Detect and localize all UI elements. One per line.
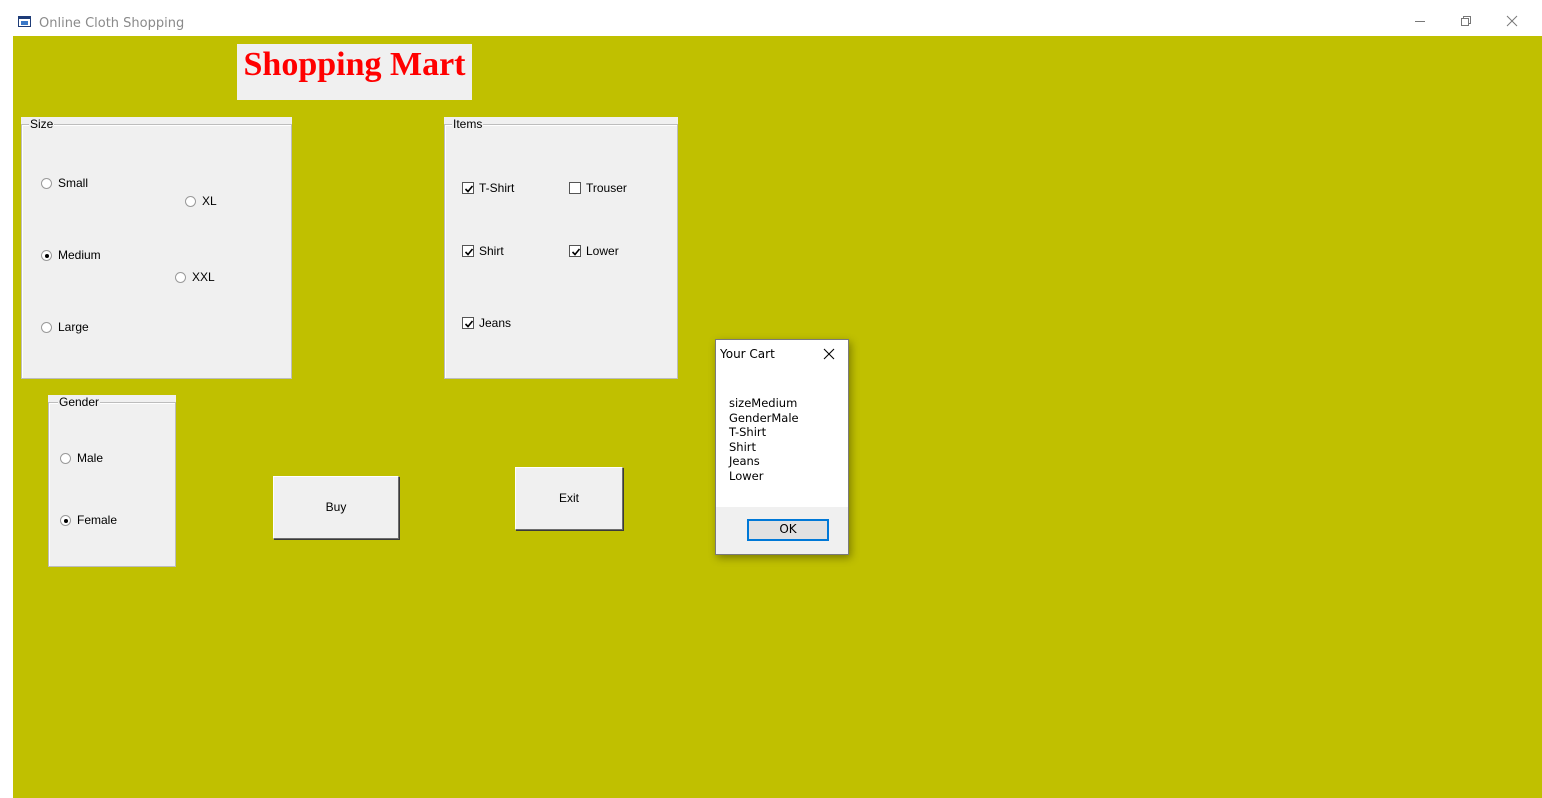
checkmark-icon <box>571 248 581 256</box>
dialog-title: Your Cart <box>720 347 775 361</box>
title-bar: Online Cloth Shopping <box>0 0 1542 36</box>
radio-circle[interactable] <box>60 453 71 464</box>
shopping-mart-banner: Shopping Mart <box>237 44 472 100</box>
radio-circle-selected[interactable] <box>41 250 52 261</box>
gender-legend: Gender <box>58 395 101 409</box>
cart-line: Jeans <box>729 454 760 468</box>
item-label-tshirt: T-Shirt <box>479 181 515 195</box>
banner-title: Shopping Mart <box>243 46 466 83</box>
restore-button[interactable] <box>1443 8 1489 36</box>
checkmark-icon <box>464 320 474 328</box>
app-icon <box>18 16 31 27</box>
size-label-large: Large <box>58 320 89 334</box>
cart-message-box: Your Cart sizeMedium GenderMale T-Shirt … <box>715 339 849 555</box>
cart-line: Lower <box>729 468 764 483</box>
gender-label-female: Female <box>77 513 118 527</box>
radio-circle[interactable] <box>185 196 196 207</box>
radio-circle[interactable] <box>41 178 52 189</box>
size-label-small: Small <box>58 176 89 190</box>
dialog-footer: OK <box>716 507 848 554</box>
cart-message: sizeMedium GenderMale T-Shirt Shirt Jean… <box>729 396 799 483</box>
checkbox-checked[interactable] <box>462 317 474 329</box>
restore-icon <box>1461 16 1471 26</box>
cart-line: Shirt <box>729 439 757 454</box>
cart-line: GenderMale <box>729 410 799 425</box>
minimize-button[interactable] <box>1397 8 1443 36</box>
items-groupbox: Items T-Shirt Trouser Shirt Lower Jeans <box>444 117 678 379</box>
cart-line: T-Shirt <box>729 425 767 439</box>
checkbox-checked[interactable] <box>569 245 581 257</box>
exit-button[interactable]: Exit <box>515 467 623 530</box>
dialog-close-icon[interactable] <box>821 346 837 362</box>
size-label-xxl: XXL <box>192 270 215 284</box>
close-button[interactable] <box>1489 8 1535 36</box>
checkmark-icon <box>464 185 474 193</box>
checkbox-checked[interactable] <box>462 182 474 194</box>
size-groupbox: Size Small XL Medium XXL Large <box>21 117 292 379</box>
item-label-trouser: Trouser <box>586 181 627 195</box>
checkbox-checked[interactable] <box>462 245 474 257</box>
radio-circle-selected[interactable] <box>60 515 71 526</box>
ok-button[interactable]: OK <box>747 519 829 541</box>
cart-line: sizeMedium <box>729 396 798 410</box>
item-label-shirt: Shirt <box>479 244 504 258</box>
buy-button[interactable]: Buy <box>273 476 399 539</box>
radio-circle[interactable] <box>175 272 186 283</box>
checkmark-icon <box>464 248 474 256</box>
gender-groupbox: Gender Male Female <box>48 395 176 567</box>
minimize-icon <box>1415 21 1425 22</box>
window-title: Online Cloth Shopping <box>39 16 185 31</box>
item-label-lower: Lower <box>586 244 619 258</box>
gender-label-male: Male <box>77 451 104 465</box>
size-label-xl: XL <box>202 194 217 208</box>
size-label-medium: Medium <box>58 248 101 262</box>
checkbox-unchecked[interactable] <box>569 182 581 194</box>
size-legend: Size <box>29 117 55 131</box>
close-icon <box>1506 15 1518 27</box>
items-legend: Items <box>452 117 484 131</box>
radio-circle[interactable] <box>41 322 52 333</box>
item-label-jeans: Jeans <box>479 316 512 330</box>
